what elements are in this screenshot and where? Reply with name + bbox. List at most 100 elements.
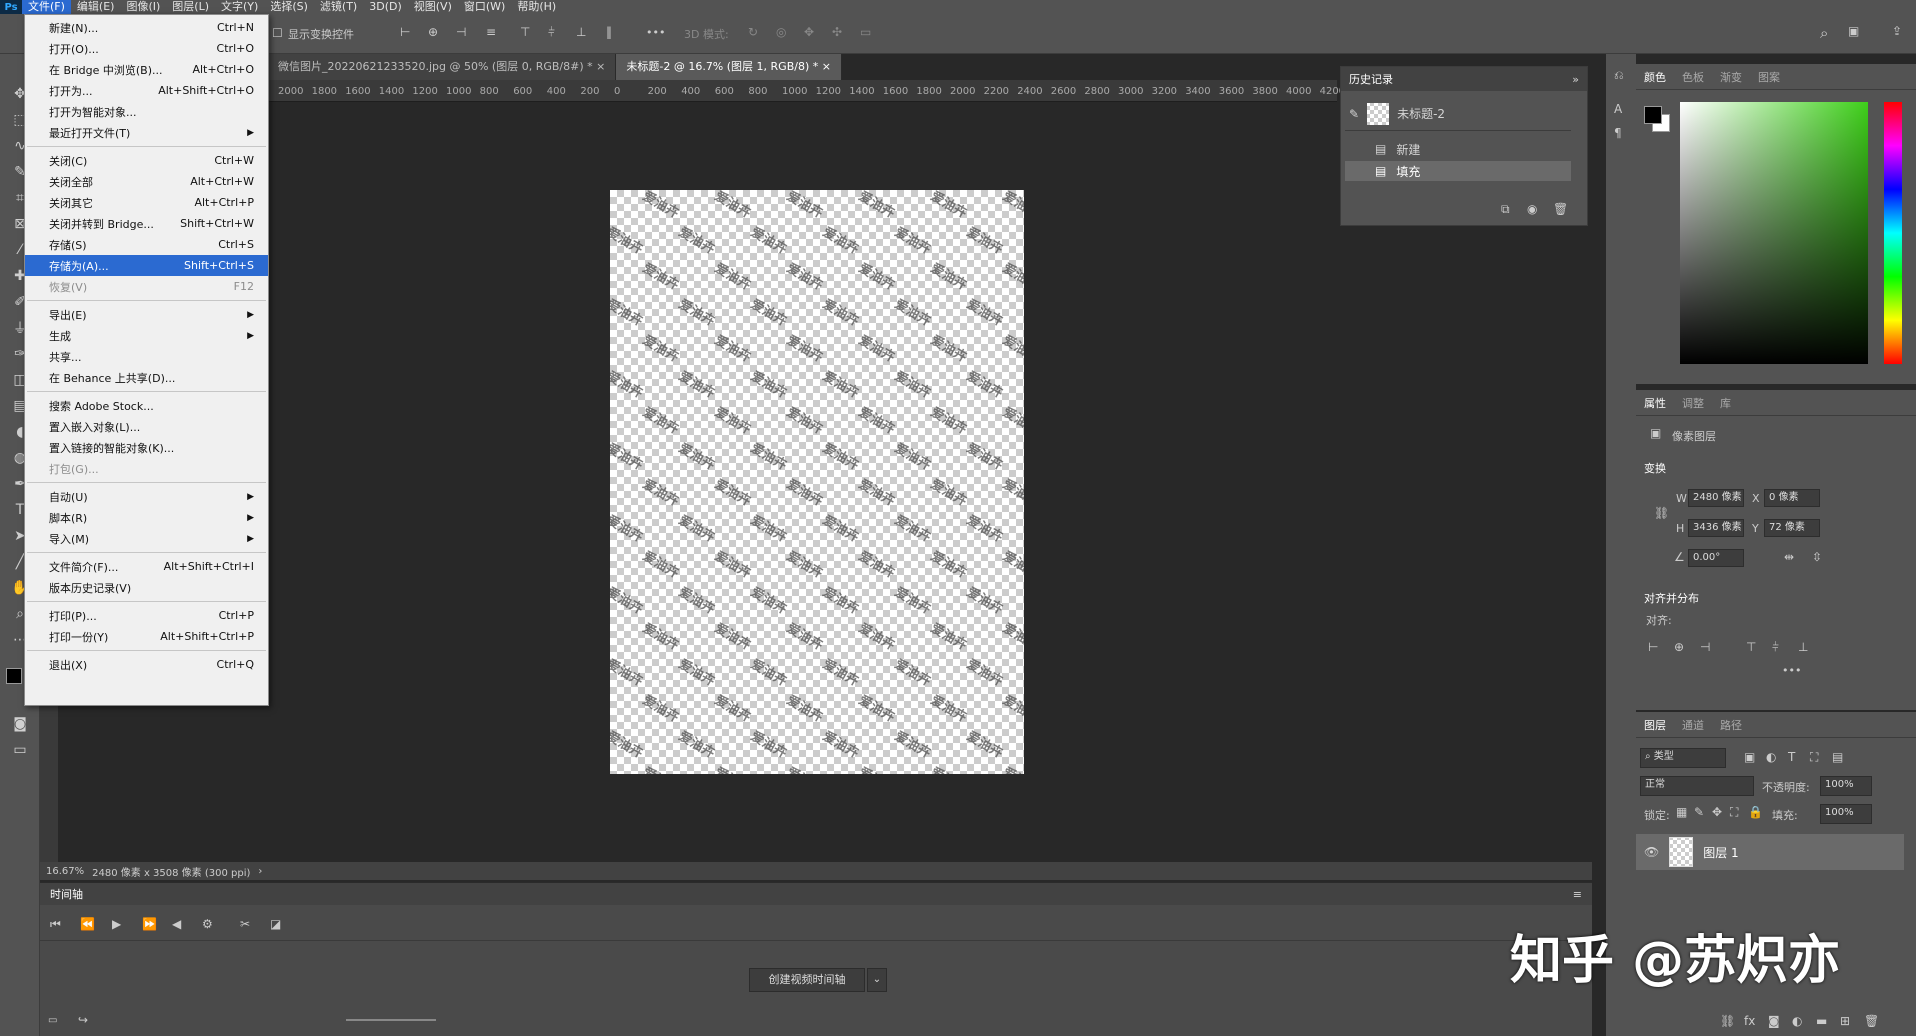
file-menu-item[interactable]: 置入链接的智能对象(K)... [25, 437, 268, 458]
link-layers-icon[interactable]: ⛓ [1720, 1014, 1735, 1028]
file-menu-item[interactable]: 打开(O)... Ctrl+O [25, 38, 268, 59]
menu-item[interactable]: 滤镜(T) [314, 0, 363, 14]
distribute-v-icon[interactable]: ‖ [606, 25, 612, 39]
history-title[interactable]: 历史记录 [1349, 71, 1393, 87]
menu-item[interactable]: 文字(Y) [215, 0, 264, 14]
tab-swatches[interactable]: 色板 [1682, 69, 1704, 85]
quick-mask-icon[interactable]: ◙ [10, 714, 30, 734]
tab-gradients[interactable]: 渐变 [1720, 69, 1742, 85]
tab-layers[interactable]: 图层 [1644, 717, 1666, 733]
file-menu-item[interactable]: 关闭其它 Alt+Ctrl+P [25, 192, 268, 213]
status-arrow-icon[interactable]: › [258, 866, 262, 877]
align-center-icon[interactable]: ⊕ [428, 25, 438, 39]
align-middle-icon[interactable]: ⫩ [548, 25, 555, 40]
first-frame-icon[interactable]: ⏮ [50, 917, 61, 932]
filter-type-icon[interactable]: T [1788, 750, 1795, 764]
more-options[interactable]: ••• [646, 26, 665, 39]
width-field[interactable]: 2480 像素 [1688, 489, 1744, 507]
align-section-title[interactable]: 对齐并分布 [1644, 590, 1699, 606]
menu-item[interactable]: 选择(S) [264, 0, 314, 14]
transform-section-title[interactable]: 变换 [1644, 460, 1666, 476]
tab-channels[interactable]: 通道 [1682, 717, 1704, 733]
file-menu-item[interactable]: 退出(X) Ctrl+Q [25, 654, 268, 675]
close-icon[interactable]: × [822, 60, 831, 73]
panel-menu-icon[interactable]: ≡ [1573, 888, 1582, 901]
roll-3d-icon[interactable]: ◎ [776, 25, 786, 39]
flip-vertical-icon[interactable]: ⇳ [1812, 550, 1822, 564]
filter-adjustment-icon[interactable]: ◐ [1766, 750, 1776, 764]
hue-slider[interactable] [1884, 102, 1902, 364]
distribute-icon[interactable]: ≡ [486, 25, 496, 39]
lock-position-icon[interactable]: ✥ [1712, 805, 1722, 819]
align-right-icon[interactable]: ⊣ [1700, 640, 1710, 654]
character-panel-icon[interactable]: A [1614, 102, 1622, 116]
file-menu-item[interactable]: 新建(N)... Ctrl+N [25, 17, 268, 38]
align-right-icon[interactable]: ⊣ [456, 25, 466, 39]
file-menu-item[interactable]: 打印一份(Y) Alt+Shift+Ctrl+P [25, 626, 268, 647]
layer-filter-select[interactable]: ⌕ 类型 [1640, 748, 1726, 768]
file-menu-item[interactable]: 在 Behance 上共享(D)... [25, 367, 268, 388]
menu-item[interactable]: 文件(F) [22, 0, 71, 14]
slide-3d-icon[interactable]: ✣ [832, 25, 842, 39]
trash-icon[interactable]: 🗑 [1553, 202, 1568, 216]
collapse-icon[interactable]: » [1572, 73, 1579, 86]
file-menu-item[interactable]: 打印(P)... Ctrl+P [25, 605, 268, 626]
menu-item[interactable]: 编辑(E) [71, 0, 121, 14]
tab-properties[interactable]: 属性 [1644, 395, 1666, 411]
orbit-3d-icon[interactable]: ↻ [748, 25, 758, 39]
search-icon[interactable]: ⌕ [1820, 24, 1828, 42]
close-icon[interactable]: × [596, 60, 605, 73]
align-left-icon[interactable]: ⊢ [1648, 640, 1658, 654]
new-layer-icon[interactable]: ⊞ [1840, 1014, 1850, 1028]
settings-gear-icon[interactable]: ⚙ [202, 917, 213, 931]
menu-item[interactable]: 窗口(W) [458, 0, 511, 14]
flip-horizontal-icon[interactable]: ⇹ [1784, 550, 1794, 564]
align-bottom-icon[interactable]: ⊥ [576, 25, 586, 39]
chevron-down-icon[interactable]: ⌄ [867, 968, 887, 992]
y-field[interactable]: 72 像素 [1764, 519, 1820, 537]
file-menu-item[interactable]: 打开为智能对象... [25, 101, 268, 122]
visibility-eye-icon[interactable]: 👁 [1644, 845, 1659, 859]
menu-item[interactable]: 图层(L) [166, 0, 215, 14]
brush-source-icon[interactable]: ✎ [1349, 107, 1359, 121]
document-canvas[interactable]: 爱油卉 爱油卉 爱油卉 爱油卉 爱油卉 爱油卉 爱油卉 爱油卉 爱油卉 爱油卉 爱油卉 爱油卉 爱油卉爱… [610, 190, 1024, 774]
file-menu-item[interactable]: 存储(S) Ctrl+S [25, 234, 268, 255]
lock-all-icon[interactable]: 🔒 [1748, 805, 1763, 819]
align-left-icon[interactable]: ⊢ [400, 25, 410, 39]
file-menu-item[interactable]: 存储为(A)... Shift+Ctrl+S [25, 255, 268, 276]
layer-row[interactable]: 👁 图层 1 [1636, 834, 1904, 870]
file-menu-item[interactable]: 在 Bridge 中浏览(B)... Alt+Ctrl+O [25, 59, 268, 80]
foreground-color-swatch[interactable] [1644, 106, 1662, 124]
file-menu-item[interactable]: 关闭(C) Ctrl+W [25, 150, 268, 171]
lock-artboard-icon[interactable]: ⛶ [1730, 805, 1738, 820]
height-field[interactable]: 3436 像素 [1688, 519, 1744, 537]
history-step[interactable]: ▤ 新建 [1345, 139, 1571, 159]
menu-item[interactable]: 图像(I) [120, 0, 166, 14]
file-menu-item[interactable]: 脚本(R) ▶ [25, 507, 268, 528]
align-bottom-icon[interactable]: ⊥ [1798, 640, 1808, 654]
file-menu-item[interactable]: 关闭全部 Alt+Ctrl+W [25, 171, 268, 192]
timeline-title[interactable]: 时间轴 [50, 886, 83, 902]
history-step[interactable]: ▤ 填充 [1345, 161, 1571, 181]
more-align-options[interactable]: ••• [1782, 664, 1801, 677]
menu-item[interactable]: 帮助(H) [511, 0, 562, 14]
angle-field[interactable]: 0.00° [1688, 549, 1744, 567]
delete-layer-icon[interactable]: 🗑 [1864, 1014, 1879, 1028]
file-menu-item[interactable]: 搜索 Adobe Stock... [25, 395, 268, 416]
align-top-icon[interactable]: ⊤ [1746, 640, 1756, 654]
menu-item[interactable]: 3D(D) [363, 0, 408, 14]
file-menu-item[interactable]: 导出(E) ▶ [25, 304, 268, 325]
opacity-field[interactable]: 100% [1820, 776, 1872, 796]
tab-wechat-image[interactable]: 微信图片_20220621233520.jpg @ 50% (图层 0, RGB… [268, 54, 617, 80]
create-video-timeline-button[interactable]: 创建视频时间轴 [749, 968, 865, 992]
file-menu-item[interactable]: 最近打开文件(T) ▶ [25, 122, 268, 143]
new-document-from-state-icon[interactable]: ⧉ [1501, 202, 1510, 217]
history-panel-icon[interactable]: ⎌ [1614, 68, 1624, 83]
play-icon[interactable]: ▶ [112, 917, 121, 931]
screen-mode-icon[interactable]: ▭ [10, 740, 30, 760]
next-frame-icon[interactable]: ⏩ [142, 917, 157, 931]
color-picker-field[interactable] [1680, 102, 1868, 364]
filter-pixel-icon[interactable]: ▣ [1744, 750, 1755, 764]
tab-paths[interactable]: 路径 [1720, 717, 1742, 733]
show-transform-label[interactable]: 显示变换控件 [288, 26, 354, 42]
